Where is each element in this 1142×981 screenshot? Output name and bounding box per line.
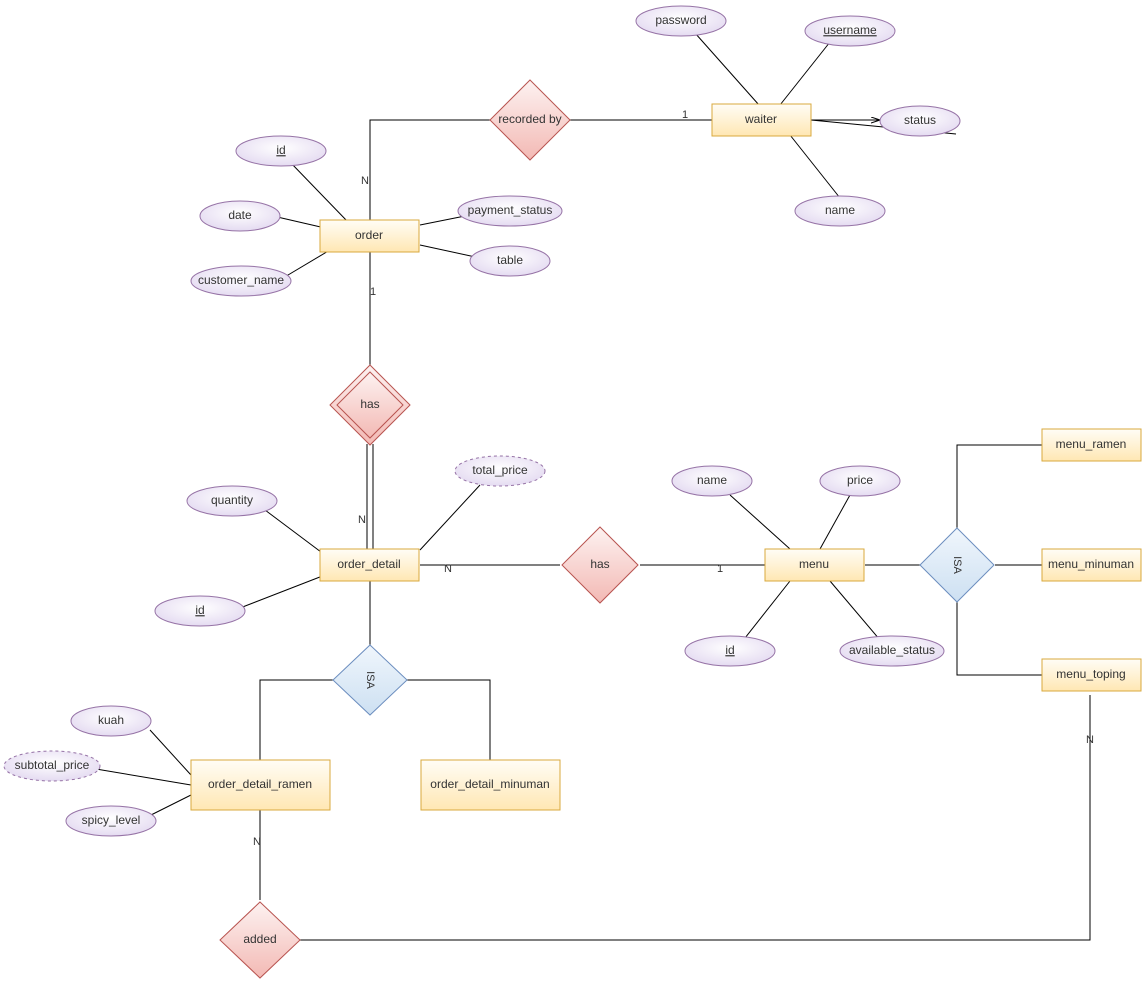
entity-order-label: order bbox=[355, 228, 383, 242]
attr-odr-spicy-level-label: spicy_level bbox=[82, 813, 141, 827]
attr-od-quantity-label: quantity bbox=[211, 493, 253, 507]
card-has1-od: N bbox=[358, 514, 366, 526]
attr-od-total-price-label: total_price bbox=[472, 463, 528, 477]
attr-waiter-name: name bbox=[795, 196, 885, 226]
entity-menu-toping: menu_toping bbox=[1042, 659, 1141, 691]
entity-waiter: waiter bbox=[712, 104, 811, 136]
entity-order-detail-minuman: order_detail_minuman bbox=[421, 760, 560, 810]
attr-order-id-label: id bbox=[276, 143, 285, 157]
attr-waiter-username-label: username bbox=[823, 23, 877, 37]
entity-waiter-label: waiter bbox=[744, 112, 777, 126]
isa-od-label: ISA bbox=[364, 671, 376, 689]
attr-menu-id: id bbox=[685, 636, 775, 666]
isa-menu: ISA bbox=[920, 528, 994, 602]
attr-order-customer-name-label: customer_name bbox=[198, 273, 284, 287]
entity-order-detail-label: order_detail bbox=[337, 557, 400, 571]
attr-order-date: date bbox=[200, 201, 280, 231]
entity-od-minuman-label: order_detail_minuman bbox=[430, 777, 549, 791]
card-added-odr: N bbox=[253, 836, 261, 848]
attr-order-id: id bbox=[236, 136, 326, 166]
attr-order-customer-name: customer_name bbox=[191, 266, 291, 296]
attr-menu-available-status-label: available_status bbox=[849, 643, 935, 657]
entity-order-detail-ramen: order_detail_ramen bbox=[191, 760, 330, 810]
entity-od-ramen-label: order_detail_ramen bbox=[208, 777, 312, 791]
card-has1-order: 1 bbox=[370, 286, 376, 298]
relationship-has-od-menu: has bbox=[562, 527, 638, 603]
relationship-has1-label: has bbox=[360, 397, 379, 411]
attr-order-table-label: table bbox=[497, 253, 523, 267]
attr-od-total-price: total_price bbox=[455, 456, 545, 486]
attr-order-date-label: date bbox=[228, 208, 252, 222]
attr-odr-spicy-level: spicy_level bbox=[66, 806, 156, 836]
entity-order-detail: order_detail bbox=[320, 549, 419, 581]
entity-menu-ramen-label: menu_ramen bbox=[1056, 437, 1127, 451]
relationship-added: added bbox=[220, 902, 300, 978]
attr-waiter-username: username bbox=[805, 16, 895, 46]
relationship-has2-label: has bbox=[590, 557, 609, 571]
attr-odr-kuah: kuah bbox=[71, 706, 151, 736]
attr-odr-subtotal-price: subtotal_price bbox=[4, 751, 100, 781]
attr-menu-id-label: id bbox=[725, 643, 734, 657]
attr-menu-price-label: price bbox=[847, 473, 873, 487]
attr-waiter-password: password bbox=[636, 6, 726, 36]
relationship-recorded-by-label: recorded by bbox=[498, 112, 561, 126]
attr-waiter-name-label: name bbox=[825, 203, 855, 217]
attr-odr-subtotal-price-label: subtotal_price bbox=[15, 758, 90, 772]
entity-menu-ramen: menu_ramen bbox=[1042, 429, 1141, 461]
card-recordedby-order: N bbox=[361, 175, 369, 187]
attr-waiter-status: status bbox=[880, 106, 960, 136]
card-recordedby-waiter: 1 bbox=[682, 109, 688, 121]
isa-order-detail: ISA bbox=[333, 645, 407, 715]
attr-od-id-label: id bbox=[195, 603, 204, 617]
entity-menu: menu bbox=[765, 549, 864, 581]
entity-menu-toping-label: menu_toping bbox=[1056, 667, 1125, 681]
er-diagram: 1 N 1 N N 1 N N waiter order order_detai… bbox=[0, 0, 1142, 981]
entity-menu-minuman: menu_minuman bbox=[1042, 549, 1141, 581]
entity-menu-minuman-label: menu_minuman bbox=[1048, 557, 1134, 571]
attr-order-table: table bbox=[470, 246, 550, 276]
relationship-added-label: added bbox=[243, 932, 276, 946]
isa-menu-label: ISA bbox=[951, 556, 963, 574]
card-added-toping: N bbox=[1086, 734, 1094, 746]
attr-menu-name-label: name bbox=[697, 473, 727, 487]
card-has2-od: N bbox=[444, 563, 452, 575]
attr-menu-name: name bbox=[672, 466, 752, 496]
attr-order-payment-status-label: payment_status bbox=[468, 203, 553, 217]
attr-waiter-status-label: status bbox=[904, 113, 936, 127]
attr-odr-kuah-label: kuah bbox=[98, 713, 124, 727]
attr-od-quantity: quantity bbox=[187, 486, 277, 516]
attr-menu-price: price bbox=[820, 466, 900, 496]
entity-order: order bbox=[320, 220, 419, 252]
attr-waiter-password-label: password bbox=[655, 13, 706, 27]
card-has2-menu: 1 bbox=[717, 563, 723, 575]
attr-menu-available-status: available_status bbox=[840, 636, 944, 666]
attr-od-id: id bbox=[155, 596, 245, 626]
entity-menu-label: menu bbox=[799, 557, 829, 571]
attr-order-payment-status: payment_status bbox=[458, 196, 562, 226]
relationship-recorded-by: recorded by bbox=[490, 80, 570, 160]
relationship-has-order-od: has bbox=[330, 365, 410, 445]
